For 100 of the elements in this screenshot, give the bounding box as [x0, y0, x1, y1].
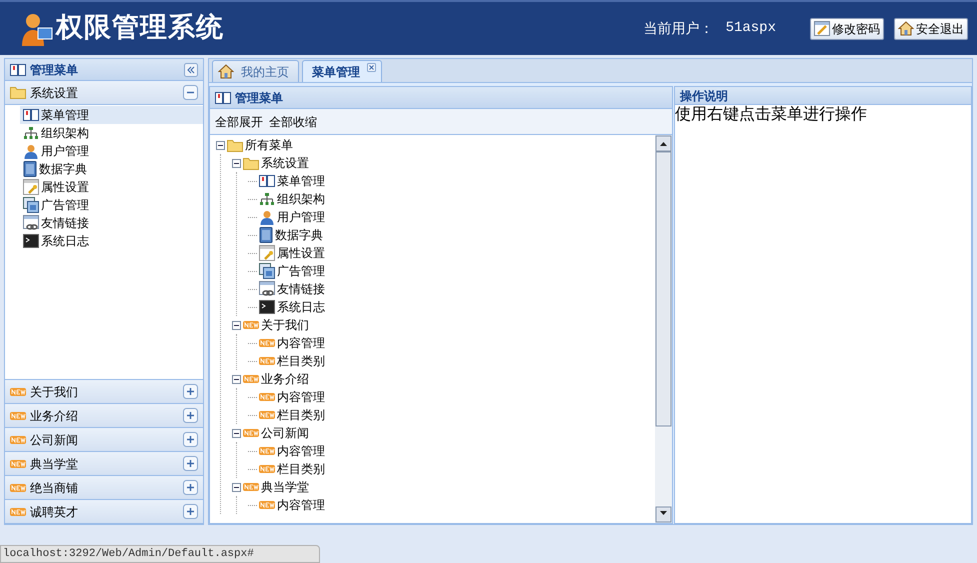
sidebar-title: 管理菜单: [30, 62, 79, 78]
collapse-icon[interactable]: [232, 374, 241, 384]
new-badge-icon: [243, 321, 259, 329]
tree-item[interactable]: 所有菜单: [245, 136, 293, 154]
collapse-icon[interactable]: [232, 320, 241, 330]
tree-item[interactable]: 数据字典: [275, 226, 323, 244]
expand-icon[interactable]: [183, 504, 198, 519]
tree-item[interactable]: 组织架构: [277, 190, 325, 208]
tree-item[interactable]: 属性设置: [277, 244, 325, 262]
sidebar-item-label: 组织架构: [41, 125, 89, 142]
panel-title: 管理菜单: [235, 90, 283, 106]
accordion-title: 关于我们: [30, 384, 79, 400]
sidebar-item[interactable]: 系统日志: [20, 232, 203, 250]
tree-item[interactable]: 栏目类别: [277, 352, 325, 370]
sidebar-item[interactable]: 菜单管理: [20, 106, 203, 124]
tree-item[interactable]: 系统设置: [261, 154, 309, 172]
house-icon: [898, 21, 914, 36]
toolbar-link[interactable]: 全部收缩: [269, 112, 317, 130]
tree-item[interactable]: 典当学堂: [261, 478, 309, 496]
tree-item[interactable]: 栏目类别: [277, 460, 325, 478]
folder-icon: [227, 138, 243, 152]
accordion-title: 公司新闻: [30, 432, 79, 448]
expand-icon[interactable]: [183, 408, 198, 423]
tree-item[interactable]: 关于我们: [261, 316, 309, 334]
new-badge-icon: [10, 508, 26, 516]
folder-icon: [10, 86, 26, 99]
tree-item[interactable]: 系统日志: [277, 298, 325, 316]
toolbar-link[interactable]: 全部展开: [215, 112, 263, 130]
new-badge-icon: [10, 436, 26, 444]
accordion-header[interactable]: 公司新闻: [5, 428, 203, 452]
tree-item[interactable]: 内容管理: [277, 388, 325, 406]
terminal-icon: [259, 300, 275, 314]
tree-item[interactable]: 内容管理: [277, 442, 325, 460]
sidebar-item-label: 用户管理: [41, 143, 89, 160]
book-icon: [10, 62, 26, 76]
window-key-icon: [259, 245, 275, 261]
collapse-icon[interactable]: [232, 428, 241, 438]
accordion-header[interactable]: 绝当商铺: [5, 476, 203, 500]
org-chart-icon: [259, 192, 275, 206]
tab-label: 菜单管理: [311, 64, 361, 80]
person-logo-icon: [20, 12, 54, 46]
sidebar-item[interactable]: 组织架构: [20, 124, 203, 142]
collapse-icon[interactable]: [216, 140, 225, 150]
tree-item[interactable]: 菜单管理: [277, 172, 325, 190]
new-badge-icon: [10, 412, 26, 420]
accordion-header[interactable]: 系统设置: [5, 81, 203, 105]
ledger-icon: [23, 161, 37, 177]
new-badge-icon: [259, 501, 275, 509]
tree-item[interactable]: 内容管理: [277, 496, 325, 514]
ledger-icon: [259, 227, 273, 243]
tree-item[interactable]: 友情链接: [277, 280, 325, 298]
house-icon: [218, 64, 234, 79]
status-url: localhost:3292/Web/Admin/Default.aspx#: [3, 546, 254, 562]
sidebar-item[interactable]: 友情链接: [20, 214, 203, 232]
expand-icon[interactable]: [183, 384, 198, 399]
new-badge-icon: [259, 357, 275, 365]
new-badge-icon: [10, 388, 26, 396]
new-badge-icon: [259, 339, 275, 347]
collapse-sidebar-icon[interactable]: [184, 62, 198, 76]
tab-label: 我的主页: [240, 64, 290, 80]
collapse-icon[interactable]: [232, 482, 241, 492]
expand-icon[interactable]: [183, 432, 198, 447]
accordion-header[interactable]: 业务介绍: [5, 404, 203, 428]
tree-item[interactable]: 内容管理: [277, 334, 325, 352]
windows-icon: [23, 197, 39, 213]
sidebar-item[interactable]: 广告管理: [20, 196, 203, 214]
new-badge-icon: [259, 411, 275, 419]
tree-item[interactable]: 用户管理: [277, 208, 325, 226]
sidebar-item-label: 友情链接: [41, 215, 89, 232]
tree-item[interactable]: 广告管理: [277, 262, 325, 280]
collapse-icon[interactable]: [232, 158, 241, 168]
tab[interactable]: 菜单管理: [302, 60, 382, 82]
accordion-header[interactable]: 关于我们: [5, 380, 203, 404]
accordion-header[interactable]: 诚聘英才: [5, 500, 203, 524]
book-icon: [259, 174, 275, 188]
tree-item[interactable]: 业务介绍: [261, 370, 309, 388]
accordion-header[interactable]: 典当学堂: [5, 452, 203, 476]
new-badge-icon: [243, 429, 259, 437]
panel-title: 操作说明: [680, 88, 728, 104]
new-badge-icon: [259, 393, 275, 401]
header-button[interactable]: 修改密码: [810, 18, 884, 40]
tree-item[interactable]: 栏目类别: [277, 406, 325, 424]
book-icon: [23, 108, 39, 122]
header-button[interactable]: 安全退出: [894, 18, 968, 40]
tab[interactable]: 我的主页: [212, 60, 299, 82]
tree-item[interactable]: 公司新闻: [261, 424, 309, 442]
expand-icon[interactable]: [183, 480, 198, 495]
new-badge-icon: [243, 483, 259, 491]
sidebar-item[interactable]: 用户管理: [20, 142, 203, 160]
accordion-title: 业务介绍: [30, 408, 79, 424]
close-icon[interactable]: [367, 63, 376, 72]
new-badge-icon: [10, 460, 26, 468]
accordion-title: 诚聘英才: [30, 504, 79, 520]
accordion-title: 绝当商铺: [30, 480, 79, 496]
expand-icon[interactable]: [183, 456, 198, 471]
windows-icon: [259, 263, 275, 279]
sidebar-item[interactable]: 属性设置: [20, 178, 203, 196]
sidebar-item[interactable]: 数据字典: [20, 160, 203, 178]
sidebar-item-label: 属性设置: [41, 179, 89, 196]
user-icon: [23, 144, 39, 158]
